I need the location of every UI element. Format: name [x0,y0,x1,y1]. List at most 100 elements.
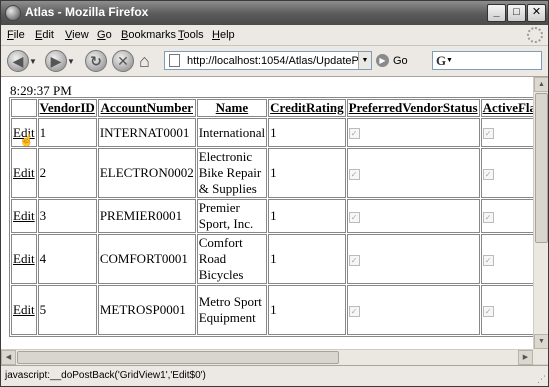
page-content: 8:29:37 PM VendorID AccountNumber Name C… [1,77,533,349]
active-cell: ✓ [480,285,533,335]
table-row: Edit 1 INTERNAT0001 International 1 ✓ ✓ [11,118,533,147]
browser-window: Atlas - Mozilla Firefox _ □ ✕ File Edit … [0,0,549,387]
preferred-cell: ✓ [346,148,480,198]
name-cell: Metro Sport Equipment [196,285,268,335]
header-activeflag-label[interactable]: ActiveFlag [483,100,533,115]
header-accountnumber-label[interactable]: AccountNumber [101,100,193,115]
title-bar[interactable]: Atlas - Mozilla Firefox _ □ ✕ [1,1,548,25]
preferred-checkbox: ✓ [348,128,360,140]
reload-icon: ↻ [85,50,107,72]
vendorid-cell: 4 [37,234,97,284]
edit-cell: Edit [11,148,37,198]
stop-button[interactable]: ✕ [112,50,134,72]
reload-button[interactable]: ↻ [85,50,107,72]
accountnumber-cell: METROSP0001 [97,285,196,335]
horizontal-scroll-thumb[interactable] [17,351,339,364]
header-preferredvendorstatus[interactable]: PreferredVendorStatus [346,99,480,117]
scroll-up-button[interactable]: ▲ [534,77,548,92]
go-arrow-icon: ▶ [376,54,389,67]
go-button[interactable]: ▶ Go [376,54,408,67]
preferred-checkbox: ✓ [348,168,360,180]
edit-cell: Edit [11,199,37,233]
resize-grip-icon[interactable]: ⋰ [537,374,546,385]
minimize-button[interactable]: _ [487,4,506,22]
active-cell: ✓ [480,148,533,198]
edit-link[interactable]: Edit [13,208,35,223]
table-row: Edit 5 METROSP0001 Metro Sport Equipment… [11,285,533,335]
table-row: Edit 4 COMFORT0001 Comfort Road Bicycles… [11,234,533,284]
header-vendorid-label[interactable]: VendorID [40,100,95,115]
preferred-cell: ✓ [346,285,480,335]
menu-go[interactable]: Go [97,29,112,41]
active-cell: ✓ [480,118,533,147]
url-input[interactable]: http://localhost:1054/Atlas/UpdatePanel.… [187,55,359,67]
forward-button[interactable]: ▶ ▼ [45,50,75,72]
menu-bar: File Edit View Go Bookmarks Tools Help [1,25,548,46]
menu-view[interactable]: View [65,29,89,41]
scroll-left-button[interactable]: ◀ [1,350,16,365]
active-cell: ✓ [480,199,533,233]
search-engine-dropdown-icon[interactable]: ▼ [446,57,453,64]
home-button[interactable]: ⌂ [139,50,150,72]
header-creditrating[interactable]: CreditRating [268,99,346,117]
back-arrow-icon: ◀ [7,50,29,72]
vendorid-cell: 5 [37,285,97,335]
menu-edit[interactable]: Edit [35,29,54,41]
name-cell: Comfort Road Bicycles [196,234,268,284]
header-row: VendorID AccountNumber Name CreditRating… [11,99,533,117]
back-dropdown-icon[interactable]: ▼ [29,57,37,66]
window-title: Atlas - Mozilla Firefox [25,5,149,19]
preferred-cell: ✓ [346,199,480,233]
scroll-right-button[interactable]: ▶ [518,350,533,365]
address-bar[interactable]: http://localhost:1054/Atlas/UpdatePanel.… [164,51,372,70]
menu-tools[interactable]: Tools [178,29,204,41]
horizontal-scrollbar[interactable]: ◀ ▶ [1,349,533,365]
back-button[interactable]: ◀ ▼ [7,50,37,72]
header-vendorid[interactable]: VendorID [37,99,97,117]
name-cell: International [196,118,268,147]
header-edit [11,99,37,117]
preferred-checkbox: ✓ [348,254,360,266]
scroll-down-button[interactable]: ▼ [534,334,548,349]
home-icon: ⌂ [139,50,150,71]
name-cell: Electronic Bike Repair & Supplies [196,148,268,198]
accountnumber-cell: COMFORT0001 [97,234,196,284]
forward-dropdown-icon[interactable]: ▼ [67,57,75,66]
menu-file[interactable]: File [7,29,25,41]
throbber-icon [527,27,543,43]
search-engine-icon[interactable]: G [436,53,446,69]
close-button[interactable]: ✕ [527,4,546,22]
header-preferredvendorstatus-label[interactable]: PreferredVendorStatus [349,100,478,115]
accountnumber-cell: PREMIER0001 [97,199,196,233]
menu-bookmarks[interactable]: Bookmarks [121,29,176,41]
navigation-toolbar: ◀ ▼ ▶ ▼ ↻ ✕ ⌂ http://localhost:1054/Atla… [1,46,548,77]
status-bar: javascript:__doPostBack('GridView1','Edi… [1,365,548,386]
edit-link[interactable]: Edit [13,251,35,266]
preferred-cell: ✓ [346,234,480,284]
scrollbar-corner [533,349,548,364]
edit-link[interactable]: Edit [13,165,35,180]
header-name[interactable]: Name [196,99,268,117]
vendor-grid: VendorID AccountNumber Name CreditRating… [9,97,533,337]
name-cell: Premier Sport, Inc. [196,199,268,233]
menu-help[interactable]: Help [212,29,235,41]
vendorid-cell: 3 [37,199,97,233]
header-accountnumber[interactable]: AccountNumber [97,99,196,117]
creditrating-cell: 1 [268,199,346,233]
header-name-label[interactable]: Name [216,100,249,115]
edit-cell: Edit [11,285,37,335]
active-checkbox: ✓ [482,168,494,180]
stop-icon: ✕ [112,50,134,72]
vertical-scroll-thumb[interactable] [535,93,548,243]
header-creditrating-label[interactable]: CreditRating [270,100,343,115]
active-checkbox: ✓ [482,254,494,266]
search-box[interactable]: G ▼ [432,51,542,70]
active-checkbox: ✓ [482,211,494,223]
url-dropdown-icon[interactable]: ▼ [358,52,371,69]
vertical-scrollbar[interactable]: ▲ ▼ [533,77,548,349]
table-row: Edit 2 ELECTRON0002 Electronic Bike Repa… [11,148,533,198]
hand-cursor-icon: ☝ [19,133,34,147]
maximize-button[interactable]: □ [507,4,526,22]
edit-link[interactable]: Edit [13,302,35,317]
header-activeflag[interactable]: ActiveFlag [480,99,533,117]
